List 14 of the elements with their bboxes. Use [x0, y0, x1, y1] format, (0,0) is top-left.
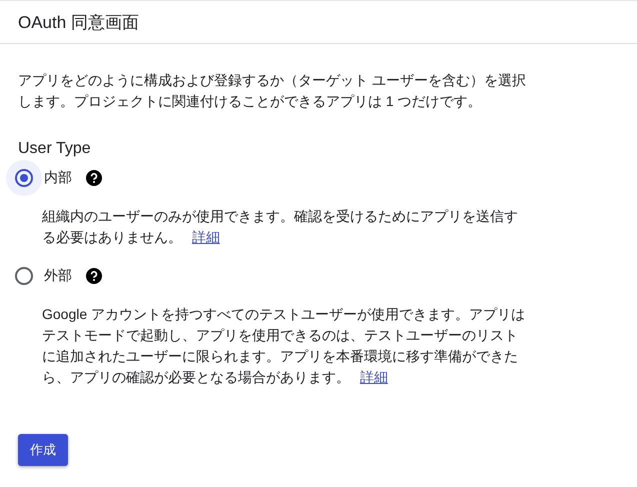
learn-more-link[interactable]: 詳細	[360, 369, 388, 385]
radio-button[interactable]	[15, 169, 33, 187]
option-description: Google アカウントを持つすべてのテストユーザーが使用できます。アプリはテストモードで起動し、アプリを使用できるのは、テストユーザーのリストに追加されたユーザーに限られます。アプリを本番環境に移す準備ができたら、アプリの確認が必要となる場合があります。 詳細	[42, 305, 526, 387]
radio-button[interactable]	[15, 267, 33, 285]
page-title: OAuth 同意画面	[18, 12, 139, 34]
section-title: User Type	[18, 140, 92, 158]
help-icon[interactable]	[86, 268, 102, 284]
option-label: 外部	[44, 267, 72, 285]
intro-text: アプリをどのように構成および登録するか（ターゲット ユーザーを含む）を選択します。プロジェクトに関連付けることができるアプリは 1 つだけです。	[18, 71, 527, 111]
option-label: 内部	[44, 169, 72, 187]
create-button[interactable]: 作成	[18, 434, 68, 466]
option-description: 組織内のユーザーのみが使用できます。確認を受けるためにアプリを送信する必要はありません。 詳細	[42, 207, 519, 247]
help-icon[interactable]	[86, 170, 102, 186]
learn-more-link[interactable]: 詳細	[192, 229, 220, 245]
